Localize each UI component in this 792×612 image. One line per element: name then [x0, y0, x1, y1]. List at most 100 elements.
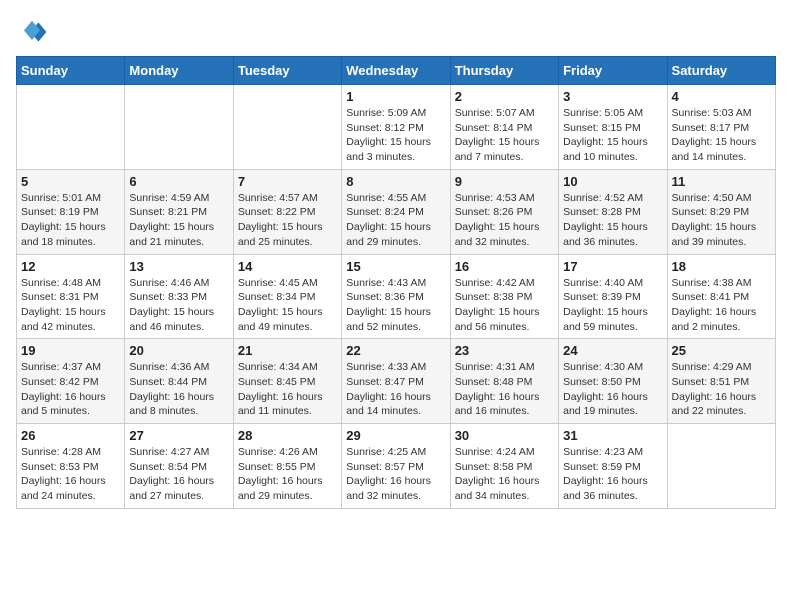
- day-number: 7: [238, 174, 337, 189]
- calendar-cell: 30Sunrise: 4:24 AM Sunset: 8:58 PM Dayli…: [450, 424, 558, 509]
- day-of-week-header: Wednesday: [342, 57, 450, 85]
- day-number: 29: [346, 428, 445, 443]
- day-number: 14: [238, 259, 337, 274]
- calendar-cell: 19 Sunrise: 4:37 AM Sunset: 8:42 PM Dayli…: [17, 339, 125, 424]
- page-header: [16, 16, 776, 48]
- calendar-cell: 12Sunrise: 4:48 AM Sunset: 8:31 PM Dayli…: [17, 254, 125, 339]
- day-number: 28: [238, 428, 337, 443]
- calendar-cell: 29 Sunrise: 4:25 AM Sunset: 8:57 PM Dayli…: [342, 424, 450, 509]
- calendar-cell: 21 Sunrise: 4:34 AM Sunset: 8:45 PM Dayli…: [233, 339, 341, 424]
- day-number: 4: [672, 89, 771, 104]
- calendar-cell: [233, 85, 341, 170]
- day-number: 22: [346, 343, 445, 358]
- day-info: Sunrise: 4:48 AM Sunset: 8:31 PM Dayligh…: [21, 276, 120, 335]
- calendar-cell: 13 Sunrise: 4:46 AM Sunset: 8:33 PM Dayli…: [125, 254, 233, 339]
- day-of-week-header: Monday: [125, 57, 233, 85]
- calendar-table: SundayMondayTuesdayWednesdayThursdayFrid…: [16, 56, 776, 509]
- day-info: Sunrise: 4:59 AM Sunset: 8:21 PM Dayligh…: [129, 191, 228, 250]
- calendar-cell: 18 Sunrise: 4:38 AM Sunset: 8:41 PM Dayli…: [667, 254, 775, 339]
- day-number: 1: [346, 89, 445, 104]
- calendar-cell: 25 Sunrise: 4:29 AM Sunset: 8:51 PM Dayli…: [667, 339, 775, 424]
- day-number: 27: [129, 428, 228, 443]
- day-number: 23: [455, 343, 554, 358]
- logo-icon: [16, 16, 48, 48]
- day-info: Sunrise: 4:27 AM Sunset: 8:54 PM Dayligh…: [129, 445, 228, 504]
- day-info: Sunrise: 5:03 AM Sunset: 8:17 PM Dayligh…: [672, 106, 771, 165]
- calendar-cell: 3Sunrise: 5:05 AM Sunset: 8:15 PM Daylig…: [559, 85, 667, 170]
- day-info: Sunrise: 4:31 AM Sunset: 8:48 PM Dayligh…: [455, 360, 554, 419]
- day-info: Sunrise: 4:45 AM Sunset: 8:34 PM Dayligh…: [238, 276, 337, 335]
- day-number: 21: [238, 343, 337, 358]
- calendar-week-row: 1 Sunrise: 5:09 AM Sunset: 8:12 PM Daylig…: [17, 85, 776, 170]
- calendar-cell: 24 Sunrise: 4:30 AM Sunset: 8:50 PM Dayli…: [559, 339, 667, 424]
- day-info: Sunrise: 4:40 AM Sunset: 8:39 PM Dayligh…: [563, 276, 662, 335]
- calendar-cell: 10 Sunrise: 4:52 AM Sunset: 8:28 PM Dayli…: [559, 169, 667, 254]
- calendar-header-row: SundayMondayTuesdayWednesdayThursdayFrid…: [17, 57, 776, 85]
- calendar-cell: [667, 424, 775, 509]
- day-info: Sunrise: 4:38 AM Sunset: 8:41 PM Dayligh…: [672, 276, 771, 335]
- calendar-week-row: 12Sunrise: 4:48 AM Sunset: 8:31 PM Dayli…: [17, 254, 776, 339]
- calendar-cell: 26Sunrise: 4:28 AM Sunset: 8:53 PM Dayli…: [17, 424, 125, 509]
- day-number: 18: [672, 259, 771, 274]
- calendar-cell: 27 Sunrise: 4:27 AM Sunset: 8:54 PM Dayli…: [125, 424, 233, 509]
- day-number: 9: [455, 174, 554, 189]
- calendar-cell: 6 Sunrise: 4:59 AM Sunset: 8:21 PM Daylig…: [125, 169, 233, 254]
- day-info: Sunrise: 4:25 AM Sunset: 8:57 PM Dayligh…: [346, 445, 445, 504]
- day-number: 15: [346, 259, 445, 274]
- day-info: Sunrise: 5:01 AM Sunset: 8:19 PM Dayligh…: [21, 191, 120, 250]
- day-info: Sunrise: 4:53 AM Sunset: 8:26 PM Dayligh…: [455, 191, 554, 250]
- calendar-cell: 16Sunrise: 4:42 AM Sunset: 8:38 PM Dayli…: [450, 254, 558, 339]
- day-info: Sunrise: 4:33 AM Sunset: 8:47 PM Dayligh…: [346, 360, 445, 419]
- calendar-cell: 7 Sunrise: 4:57 AM Sunset: 8:22 PM Daylig…: [233, 169, 341, 254]
- day-info: Sunrise: 5:07 AM Sunset: 8:14 PM Dayligh…: [455, 106, 554, 165]
- day-number: 25: [672, 343, 771, 358]
- day-of-week-header: Thursday: [450, 57, 558, 85]
- day-number: 24: [563, 343, 662, 358]
- day-info: Sunrise: 4:34 AM Sunset: 8:45 PM Dayligh…: [238, 360, 337, 419]
- day-number: 31: [563, 428, 662, 443]
- day-info: Sunrise: 4:30 AM Sunset: 8:50 PM Dayligh…: [563, 360, 662, 419]
- day-number: 3: [563, 89, 662, 104]
- day-number: 6: [129, 174, 228, 189]
- calendar-cell: 31 Sunrise: 4:23 AM Sunset: 8:59 PM Dayli…: [559, 424, 667, 509]
- calendar-cell: 2 Sunrise: 5:07 AM Sunset: 8:14 PM Daylig…: [450, 85, 558, 170]
- day-info: Sunrise: 4:52 AM Sunset: 8:28 PM Dayligh…: [563, 191, 662, 250]
- calendar-cell: 23 Sunrise: 4:31 AM Sunset: 8:48 PM Dayli…: [450, 339, 558, 424]
- day-number: 26: [21, 428, 120, 443]
- calendar-cell: 22 Sunrise: 4:33 AM Sunset: 8:47 PM Dayli…: [342, 339, 450, 424]
- day-number: 11: [672, 174, 771, 189]
- day-number: 19: [21, 343, 120, 358]
- day-number: 20: [129, 343, 228, 358]
- calendar-cell: 28Sunrise: 4:26 AM Sunset: 8:55 PM Dayli…: [233, 424, 341, 509]
- day-number: 17: [563, 259, 662, 274]
- day-number: 13: [129, 259, 228, 274]
- day-info: Sunrise: 4:29 AM Sunset: 8:51 PM Dayligh…: [672, 360, 771, 419]
- calendar-cell: 20Sunrise: 4:36 AM Sunset: 8:44 PM Dayli…: [125, 339, 233, 424]
- day-number: 10: [563, 174, 662, 189]
- day-info: Sunrise: 4:57 AM Sunset: 8:22 PM Dayligh…: [238, 191, 337, 250]
- calendar-week-row: 5 Sunrise: 5:01 AM Sunset: 8:19 PM Daylig…: [17, 169, 776, 254]
- day-info: Sunrise: 4:42 AM Sunset: 8:38 PM Dayligh…: [455, 276, 554, 335]
- calendar-cell: 14 Sunrise: 4:45 AM Sunset: 8:34 PM Dayli…: [233, 254, 341, 339]
- calendar-cell: 11 Sunrise: 4:50 AM Sunset: 8:29 PM Dayli…: [667, 169, 775, 254]
- day-info: Sunrise: 4:23 AM Sunset: 8:59 PM Dayligh…: [563, 445, 662, 504]
- day-info: Sunrise: 4:37 AM Sunset: 8:42 PM Dayligh…: [21, 360, 120, 419]
- logo: [16, 16, 52, 48]
- day-info: Sunrise: 4:55 AM Sunset: 8:24 PM Dayligh…: [346, 191, 445, 250]
- day-info: Sunrise: 4:46 AM Sunset: 8:33 PM Dayligh…: [129, 276, 228, 335]
- calendar-cell: 9 Sunrise: 4:53 AM Sunset: 8:26 PM Daylig…: [450, 169, 558, 254]
- day-number: 2: [455, 89, 554, 104]
- day-number: 5: [21, 174, 120, 189]
- day-info: Sunrise: 4:43 AM Sunset: 8:36 PM Dayligh…: [346, 276, 445, 335]
- calendar-cell: 4 Sunrise: 5:03 AM Sunset: 8:17 PM Daylig…: [667, 85, 775, 170]
- calendar-cell: 8Sunrise: 4:55 AM Sunset: 8:24 PM Daylig…: [342, 169, 450, 254]
- day-info: Sunrise: 4:50 AM Sunset: 8:29 PM Dayligh…: [672, 191, 771, 250]
- day-of-week-header: Sunday: [17, 57, 125, 85]
- calendar-cell: 1 Sunrise: 5:09 AM Sunset: 8:12 PM Daylig…: [342, 85, 450, 170]
- day-of-week-header: Friday: [559, 57, 667, 85]
- day-number: 30: [455, 428, 554, 443]
- calendar-cell: 17 Sunrise: 4:40 AM Sunset: 8:39 PM Dayli…: [559, 254, 667, 339]
- day-of-week-header: Saturday: [667, 57, 775, 85]
- calendar-cell: [17, 85, 125, 170]
- day-info: Sunrise: 5:09 AM Sunset: 8:12 PM Dayligh…: [346, 106, 445, 165]
